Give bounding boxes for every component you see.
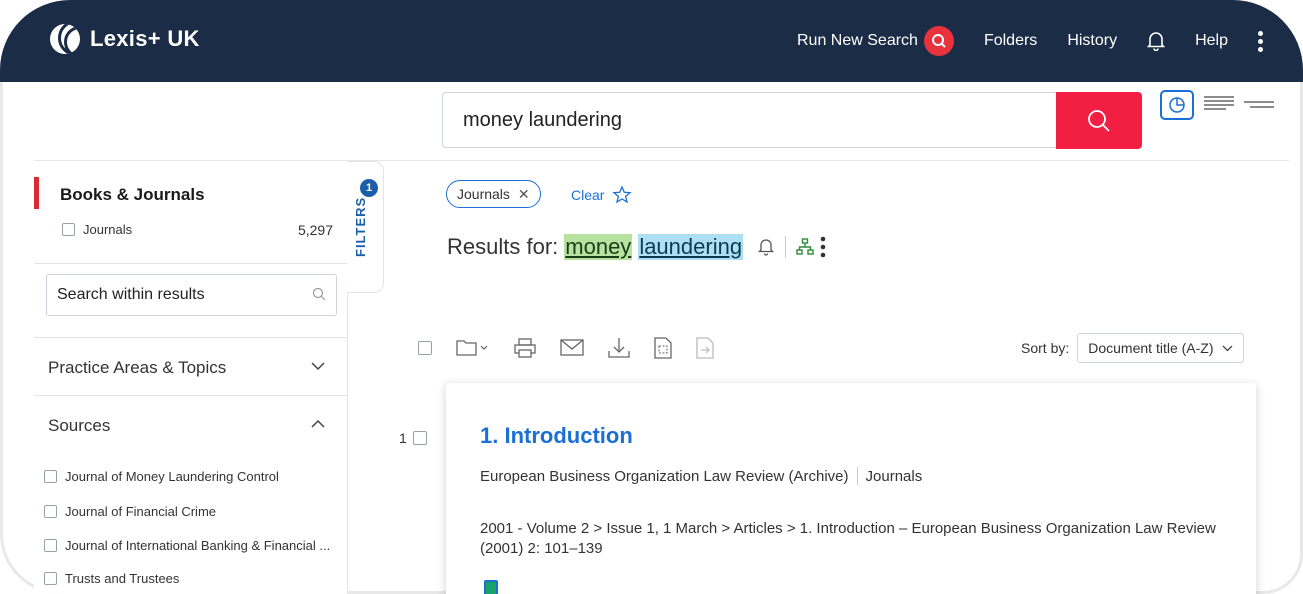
lexis-logo[interactable]: Lexis+ UK: [50, 24, 200, 54]
history-link[interactable]: History: [1067, 32, 1117, 50]
result-number: 1: [399, 430, 407, 446]
sort-select-value: Document title (A-Z): [1088, 340, 1214, 356]
category-journals-label: Journals: [83, 222, 133, 237]
divider: [34, 337, 347, 338]
sources-section-toggle[interactable]: Sources: [48, 416, 110, 436]
divider: [34, 263, 347, 264]
highlighted-term: laundering: [638, 234, 744, 260]
sort-control: Sort by: Document title (A-Z): [1021, 333, 1244, 363]
chevron-up-icon[interactable]: [311, 419, 325, 429]
highlighted-term: money: [564, 234, 633, 260]
filter-panel: Books & Journals Journals 5,297 Search w…: [34, 161, 348, 594]
print-icon[interactable]: [514, 338, 536, 358]
category-title[interactable]: Books & Journals: [60, 185, 205, 205]
chevron-down-icon[interactable]: [311, 361, 325, 371]
clear-filters: Clear: [571, 185, 633, 205]
source-filter-item[interactable]: Journal of International Banking & Finan…: [44, 538, 330, 553]
source-filter-label: Journal of Money Laundering Control: [65, 469, 279, 484]
more-menu-icon[interactable]: [1258, 30, 1263, 52]
document-icon: [484, 580, 498, 594]
compact-list-view-icon[interactable]: [1244, 96, 1274, 114]
sort-select[interactable]: Document title (A-Z): [1077, 333, 1244, 363]
results-prefix: Results for:: [447, 234, 559, 259]
lexis-logo-icon: [50, 24, 80, 54]
result-content-type: Journals: [865, 467, 923, 485]
select-all-checkbox[interactable]: [418, 341, 432, 355]
folders-link[interactable]: Folders: [984, 32, 1037, 50]
sort-label: Sort by:: [1021, 340, 1070, 356]
more-options-icon[interactable]: [820, 236, 826, 258]
checkbox[interactable]: [62, 223, 75, 236]
results-heading: Results for: money laundering: [447, 234, 826, 260]
help-link[interactable]: Help: [1195, 32, 1228, 50]
top-navigation-bar: Lexis+ UK Run New Search Folders History…: [0, 0, 1303, 82]
results-area: Journals ✕ Clear Results for: money laun…: [383, 161, 1283, 594]
active-filter-chip-label: Journals: [457, 186, 510, 202]
hierarchy-icon[interactable]: [796, 238, 814, 256]
folder-icon[interactable]: [456, 338, 490, 358]
email-icon[interactable]: [560, 339, 584, 357]
filters-tab-label: FILTERS: [353, 196, 368, 257]
result-card: 1. Introduction European Business Organi…: [446, 383, 1256, 594]
result-path: 2001 - Volume 2 > Issue 1, 1 March > Art…: [480, 520, 1216, 557]
category-journals-count: 5,297: [297, 222, 333, 238]
search-within-placeholder: Search within results: [57, 286, 205, 303]
notifications-bell-icon[interactable]: [1147, 31, 1166, 51]
search-button[interactable]: [1056, 92, 1142, 149]
detailed-list-view-icon[interactable]: [1204, 95, 1234, 115]
results-toolbar: [418, 337, 714, 359]
search-icon: [312, 287, 326, 301]
download-icon[interactable]: [608, 337, 630, 359]
search-icon: [1088, 109, 1110, 132]
run-new-search-link[interactable]: Run New Search: [797, 26, 954, 56]
result-meta: European Business Organization Law Revie…: [480, 467, 922, 485]
app-frame: Lexis+ UK Run New Search Folders History…: [0, 0, 1303, 594]
search-row: money laundering: [34, 82, 1289, 161]
source-filter-label: Trusts and Trustees: [65, 571, 180, 586]
close-icon[interactable]: ✕: [518, 186, 530, 203]
clear-filters-link[interactable]: Clear: [571, 187, 604, 203]
star-icon[interactable]: [612, 185, 633, 205]
source-filter-item[interactable]: Journal of Financial Crime: [44, 504, 216, 519]
checkbox[interactable]: [44, 539, 57, 552]
practice-areas-section-toggle[interactable]: Practice Areas & Topics: [48, 358, 226, 378]
pie-chart-view-icon[interactable]: [1160, 90, 1194, 120]
source-filter-item[interactable]: Trusts and Trustees: [44, 571, 179, 586]
source-filter-label: Journal of Financial Crime: [65, 504, 217, 519]
filters-tab[interactable]: 1 FILTERS: [347, 161, 384, 293]
export-document-icon: [696, 337, 714, 359]
divider: [785, 236, 787, 258]
view-switcher: [1160, 90, 1274, 120]
source-filter-label: Journal of International Banking & Finan…: [65, 538, 331, 553]
active-filter-chip[interactable]: Journals ✕: [446, 180, 541, 208]
checkbox[interactable]: [44, 572, 57, 585]
run-new-search-label: Run New Search: [797, 32, 918, 49]
search-within-results-input[interactable]: Search within results: [46, 274, 337, 316]
brand-name: Lexis+ UK: [90, 26, 200, 51]
category-active-indicator: [34, 177, 39, 209]
checkbox[interactable]: [44, 505, 57, 518]
search-input[interactable]: money laundering: [442, 92, 1056, 148]
search-icon: [923, 26, 954, 56]
divider: [34, 395, 347, 396]
result-title-link[interactable]: 1. Introduction: [480, 423, 633, 449]
result-row-selector: 1: [399, 430, 427, 446]
divider: [856, 467, 858, 485]
source-filter-item[interactable]: Journal of Money Laundering Control: [44, 469, 279, 484]
result-source: European Business Organization Law Revie…: [480, 467, 849, 485]
document-copy-icon[interactable]: [654, 337, 672, 359]
top-nav: Run New Search Folders History Help: [797, 26, 1263, 56]
category-journals-filter[interactable]: Journals: [62, 222, 132, 237]
bell-alert-icon[interactable]: [757, 237, 775, 257]
chevron-down-icon: [1222, 345, 1232, 352]
checkbox[interactable]: [44, 470, 57, 483]
result-checkbox[interactable]: [412, 431, 427, 445]
